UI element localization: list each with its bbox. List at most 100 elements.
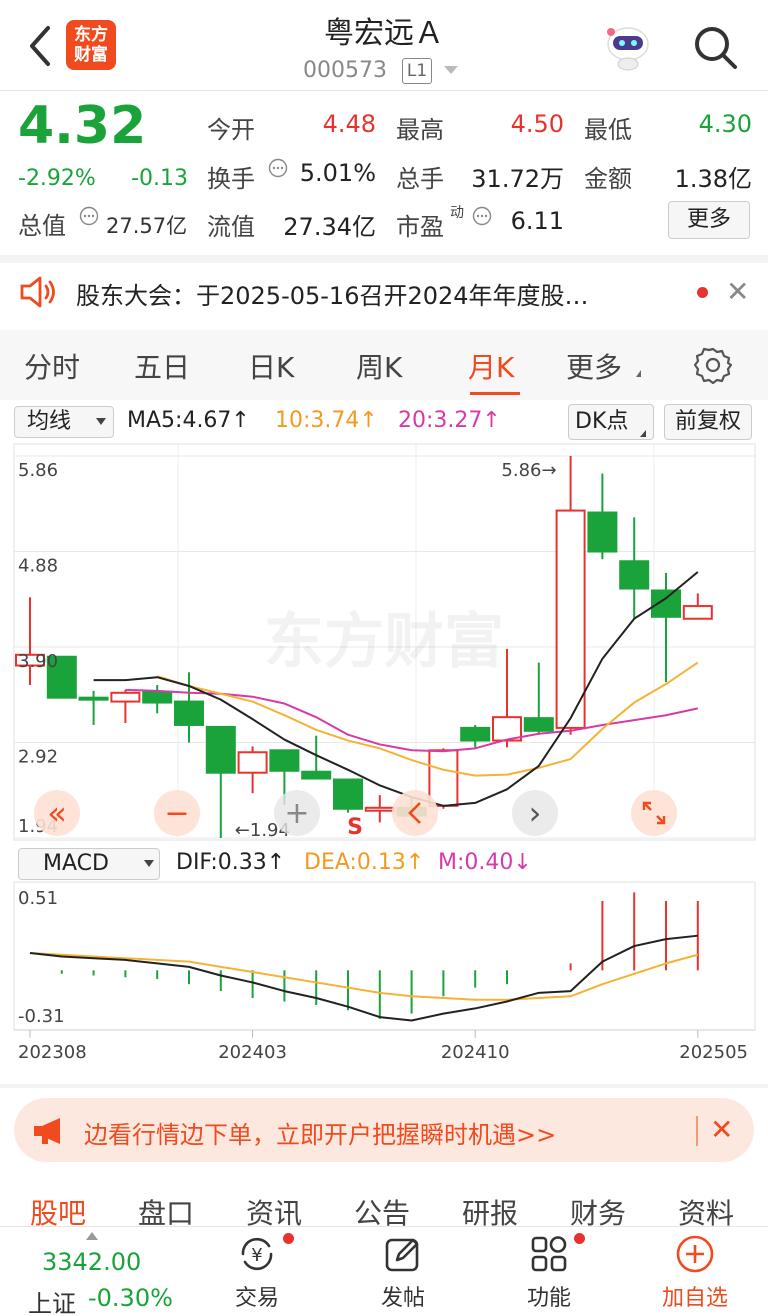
- candle: [428, 749, 459, 807]
- candle: [205, 725, 236, 774]
- level-caret-icon[interactable]: [444, 66, 458, 74]
- chart-watermark: 东方财富: [264, 607, 504, 677]
- more-quote-button[interactable]: 更多: [668, 201, 750, 239]
- turnover-value: 5.01%: [299, 159, 376, 187]
- market-value: 27.57亿: [106, 214, 188, 238]
- float-value-label: 流值: [207, 213, 255, 241]
- fullscreen-button[interactable]: [631, 790, 677, 836]
- pe-label: 市盈: [396, 213, 444, 241]
- logo-line-2: 财富: [74, 45, 108, 65]
- ma20-label: 20:3.27↑: [398, 408, 501, 433]
- y-tick-label: 2.92: [18, 747, 58, 768]
- chevron-up-icon[interactable]: [86, 1232, 98, 1240]
- high-value: 4.50: [510, 110, 564, 138]
- trade-button[interactable]: ¥ 交易: [212, 1232, 302, 1312]
- stock-code: 000573: [303, 58, 387, 83]
- promo-text[interactable]: 边看行情边下单，立即开户把握瞬时机遇>>: [84, 1115, 556, 1150]
- x-tick-label: 202410: [441, 1042, 510, 1063]
- pe-value: 6.11: [510, 207, 564, 235]
- active-tab-indicator: [470, 392, 520, 395]
- zoom-minus-button[interactable]: −: [154, 790, 200, 836]
- tab-more[interactable]: 更多: [566, 346, 622, 386]
- sell-marker: S: [347, 815, 363, 840]
- open-label: 今开: [207, 116, 255, 144]
- zoom-left-button[interactable]: «: [34, 790, 80, 836]
- candle: [301, 770, 332, 780]
- kline-chart[interactable]: 东方财富 5.864.883.902.921.94 5.86→ ←1.94 « …: [0, 440, 768, 850]
- macd-chart[interactable]: 0.51 -0.31 202308 202403 202410 202505: [0, 852, 768, 1084]
- tab-intraday[interactable]: 分时: [24, 346, 80, 386]
- candle: [78, 696, 109, 701]
- search-icon[interactable]: [690, 22, 740, 72]
- trade-label: 交易: [234, 1286, 279, 1311]
- candle: [174, 700, 204, 726]
- minus-icon: −: [164, 796, 189, 831]
- candle: [110, 691, 141, 703]
- macd-frame: [13, 881, 756, 1031]
- grid-icon: [531, 1236, 567, 1272]
- candle: [269, 749, 300, 772]
- float-value: 27.34亿: [283, 213, 376, 241]
- y-tick-label: 5.86: [18, 460, 58, 481]
- candle: [460, 726, 491, 742]
- post-button[interactable]: 发帖: [358, 1232, 448, 1312]
- y-tick-label: 4.88: [18, 556, 58, 577]
- level-badge[interactable]: L1: [402, 58, 432, 84]
- adjustment-button[interactable]: 前复权: [664, 404, 752, 440]
- candle: [237, 751, 268, 774]
- last-price: 4.32: [18, 96, 147, 156]
- volume-label: 总手: [396, 165, 444, 193]
- add-watchlist-button[interactable]: 加自选: [650, 1232, 740, 1312]
- candle: [555, 509, 586, 729]
- tab-daily[interactable]: 日K: [248, 346, 294, 386]
- info-dots-icon[interactable]: [79, 206, 99, 226]
- amount-value: 1.38亿: [674, 165, 752, 193]
- open-value: 4.48: [322, 110, 376, 138]
- ma10-label: 10:3.74↑: [275, 408, 378, 433]
- scroll-right-button[interactable]: ›: [512, 790, 558, 836]
- app-logo: 东方 财富: [66, 20, 116, 70]
- candle: [682, 605, 713, 620]
- info-dots-icon[interactable]: [472, 206, 492, 226]
- section-gap: [0, 255, 768, 263]
- chevron-down-icon: [96, 418, 106, 425]
- functions-button[interactable]: 功能: [504, 1232, 594, 1312]
- tab-monthly[interactable]: 月K: [468, 346, 514, 386]
- header-divider: [0, 90, 768, 91]
- edit-icon: [385, 1238, 419, 1272]
- turnover-label: 换手: [207, 165, 255, 193]
- index-value[interactable]: 3342.00: [42, 1248, 141, 1276]
- x-tick-label: 202403: [218, 1042, 287, 1063]
- functions-label: 功能: [526, 1286, 571, 1311]
- low-value: 4.30: [698, 110, 752, 138]
- plus-icon: +: [284, 796, 309, 831]
- info-dots-icon[interactable]: [268, 158, 288, 178]
- amount-label: 金额: [584, 165, 632, 193]
- speaker-icon: [20, 276, 55, 308]
- index-name[interactable]: 上证: [28, 1284, 76, 1316]
- pe-dynamic-mark: 动: [450, 205, 464, 221]
- gear-icon[interactable]: [694, 346, 732, 384]
- index-change[interactable]: -0.30%: [88, 1284, 173, 1312]
- max-price-label: 5.86→: [501, 460, 556, 481]
- x-tick-label: 202308: [18, 1042, 87, 1063]
- close-icon[interactable]: ✕: [726, 278, 749, 306]
- banner-divider: [696, 1116, 698, 1146]
- change-percent: -2.92%: [18, 166, 96, 191]
- chevron-down-icon: [636, 370, 641, 377]
- notice-text[interactable]: 股东大会：于2025-05-16召开2024年年度股…: [76, 276, 666, 311]
- double-chevron-left-icon: «: [47, 794, 67, 832]
- scroll-left-button[interactable]: [392, 790, 438, 836]
- candle: [142, 690, 173, 704]
- notification-dot: [283, 1233, 294, 1244]
- assistant-robot-icon[interactable]: [602, 20, 654, 72]
- zoom-plus-button[interactable]: +: [274, 790, 320, 836]
- candle: [587, 511, 618, 553]
- tab-weekly[interactable]: 周K: [356, 346, 402, 386]
- change-amount: -0.13: [131, 166, 188, 191]
- close-icon[interactable]: ✕: [710, 1113, 733, 1146]
- megaphone-icon: [34, 1118, 60, 1144]
- back-arrow-icon[interactable]: [22, 22, 62, 70]
- dif-line: [29, 934, 698, 1022]
- tab-five-day[interactable]: 五日: [134, 346, 190, 386]
